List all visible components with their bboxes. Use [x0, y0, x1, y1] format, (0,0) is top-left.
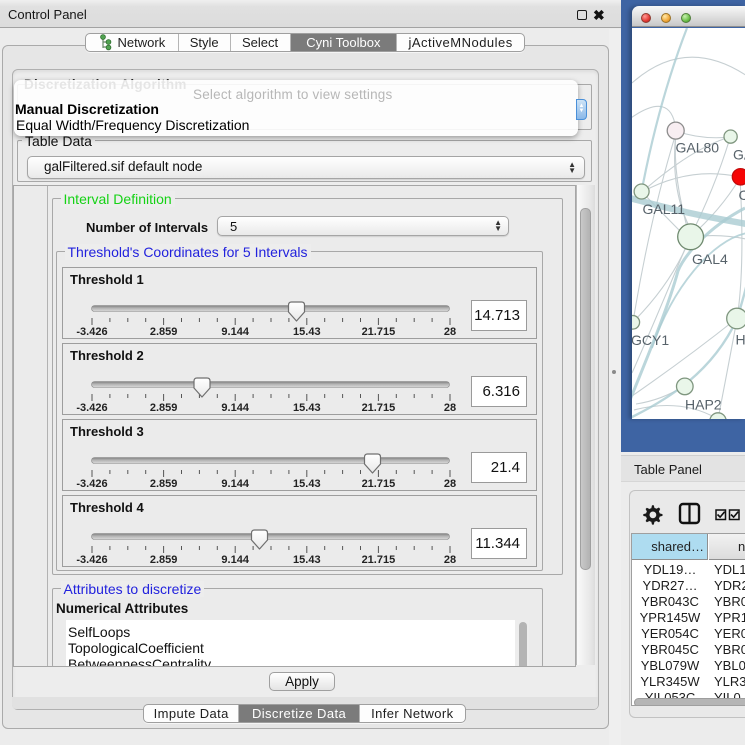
svg-text:GCY1: GCY1 — [632, 332, 669, 348]
svg-text:HAP2: HAP2 — [685, 397, 722, 413]
svg-text:GAL80: GAL80 — [676, 140, 720, 156]
svg-text:GAL11: GAL11 — [643, 201, 686, 217]
svg-text:H: H — [736, 332, 745, 348]
svg-text:GAL4: GAL4 — [692, 251, 728, 267]
svg-text:C: C — [739, 187, 745, 203]
svg-text:GA: GA — [733, 147, 745, 163]
